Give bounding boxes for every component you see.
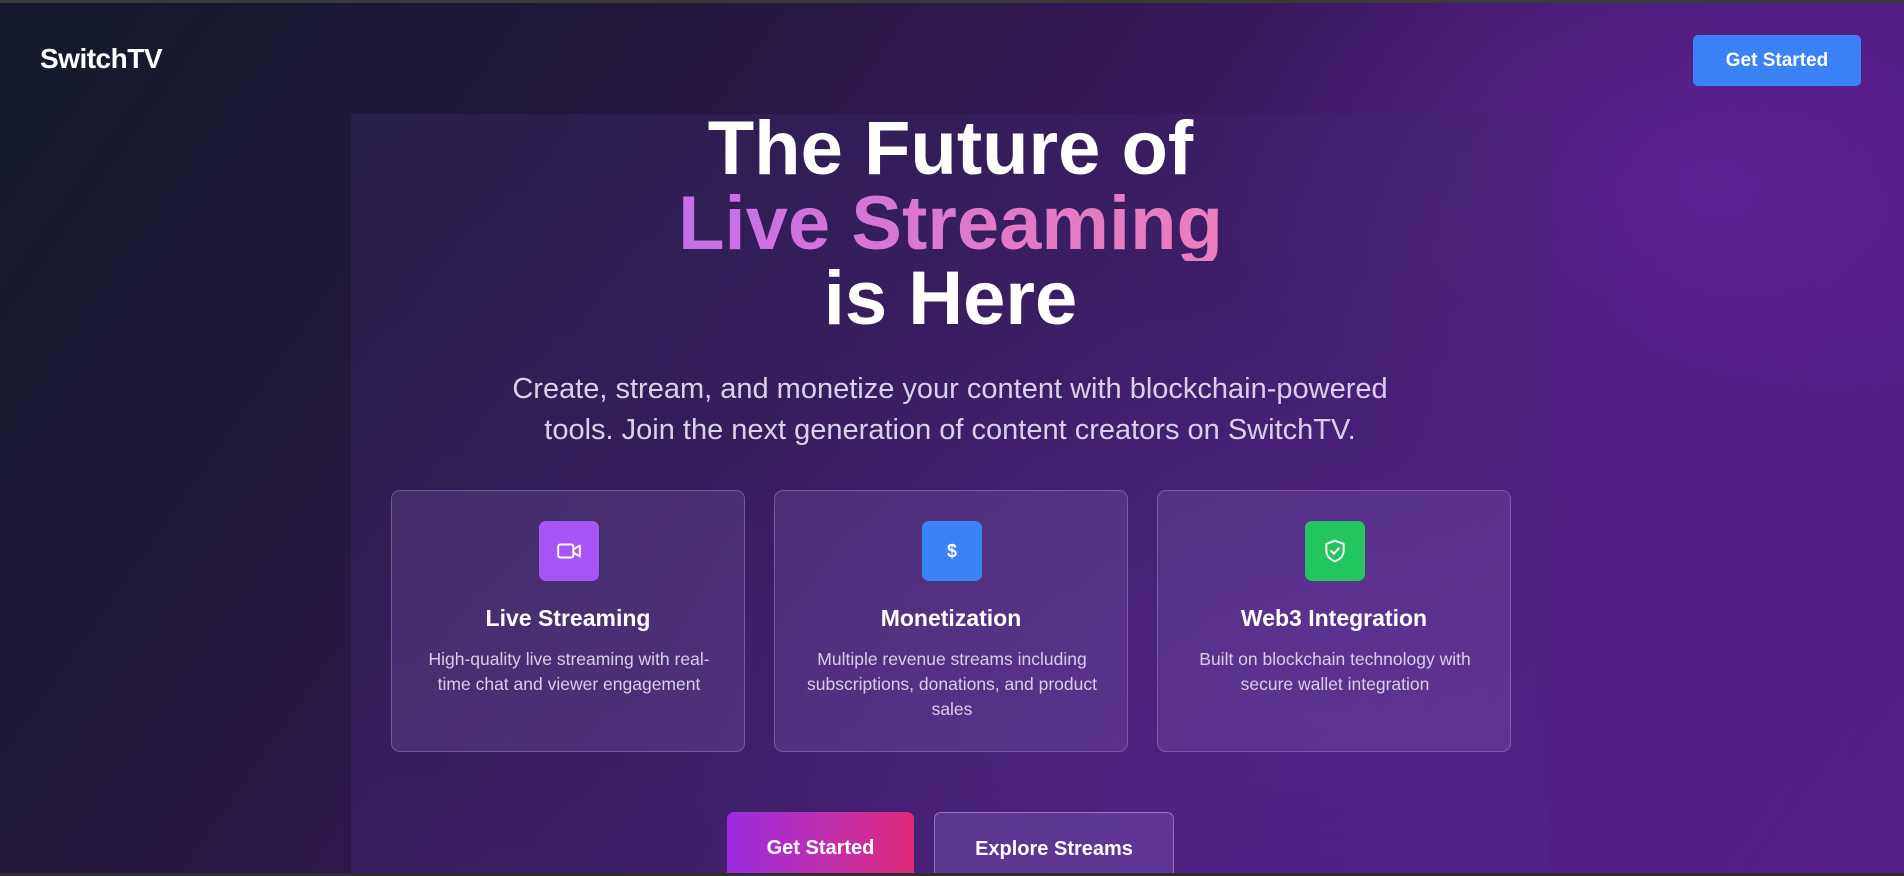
headline-line-1: The Future of xyxy=(707,106,1194,191)
explore-streams-button[interactable]: Explore Streams xyxy=(934,812,1174,876)
shield-check-icon xyxy=(1305,521,1365,581)
feature-card-live-streaming: Live Streaming High-quality live streami… xyxy=(391,490,745,752)
get-started-button[interactable]: Get Started xyxy=(727,812,914,876)
feature-title: Live Streaming xyxy=(485,605,651,631)
feature-card-monetization: $ Monetization Multiple revenue streams … xyxy=(774,490,1128,752)
feature-title: Monetization xyxy=(880,605,1022,631)
feature-description: High-quality live streaming with real-ti… xyxy=(428,649,710,694)
feature-description: Built on blockchain technology with secu… xyxy=(1199,649,1471,694)
feature-title: Web3 Integration xyxy=(1240,605,1428,631)
video-camera-icon xyxy=(539,521,599,581)
site-logo[interactable]: SwitchTV xyxy=(40,43,163,75)
feature-card-web3: Web3 Integration Built on blockchain tec… xyxy=(1157,490,1511,752)
headline-line-2-gradient: Live Streaming xyxy=(678,181,1223,266)
headline-line-3: is Here xyxy=(823,256,1078,341)
dollar-icon: $ xyxy=(922,521,982,581)
hero-headline: The Future of Live Streaming is Here xyxy=(351,111,1550,337)
header-get-started-button[interactable]: Get Started xyxy=(1693,35,1861,86)
landing-page: SwitchTV Get Started The Future of Live … xyxy=(0,0,1904,876)
feature-description: Multiple revenue streams including subsc… xyxy=(807,649,1097,719)
hero-subtitle: Create, stream, and monetize your conten… xyxy=(512,373,1388,446)
